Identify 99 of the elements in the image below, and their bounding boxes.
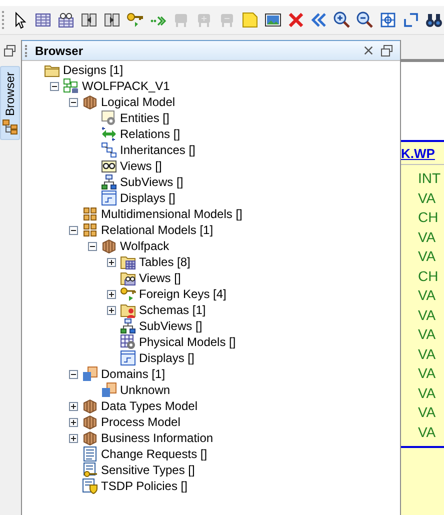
tree-item[interactable]: Designs [1]: [63, 63, 124, 77]
panel-title: Browser: [35, 44, 84, 58]
tree-item[interactable]: Views []: [120, 159, 162, 173]
expand-icon[interactable]: [107, 258, 116, 266]
column-type: VA: [418, 306, 437, 324]
collapse-icon[interactable]: [69, 98, 78, 106]
column-type: VA: [418, 403, 437, 422]
cube-icon: [82, 430, 98, 446]
tree-item[interactable]: Entities []: [120, 111, 170, 125]
column-type: VA: [418, 384, 437, 402]
gear-grid-icon: [120, 334, 136, 350]
display-icon: [101, 190, 117, 206]
tree-item[interactable]: Wolfpack: [120, 239, 170, 253]
column-type: VA: [418, 228, 437, 246]
binoculars-icon[interactable]: [425, 11, 443, 29]
collapse-icon[interactable]: [50, 82, 59, 90]
table-folder-icon: [120, 254, 136, 270]
key-icon[interactable]: [126, 11, 144, 29]
double-chevron-icon[interactable]: [310, 11, 328, 29]
tree-item[interactable]: WOLFPACK_V1: [82, 79, 170, 93]
expand-icon[interactable]: [69, 402, 78, 410]
domain-icon: [82, 366, 98, 382]
expand-icon[interactable]: [107, 306, 116, 314]
grid-icon: [82, 206, 98, 222]
display-icon: [120, 350, 136, 366]
tree-item[interactable]: Data Types Model: [101, 399, 198, 413]
collapse-icon[interactable]: [69, 226, 78, 234]
collapse-icon[interactable]: [88, 242, 97, 250]
double-arrow-icon: [101, 126, 117, 142]
column-type: VA: [418, 286, 437, 305]
key-icon: [120, 286, 136, 302]
tree-item[interactable]: Change Requests []: [101, 447, 208, 461]
image-icon[interactable]: [264, 11, 282, 29]
tree-item[interactable]: Displays []: [120, 191, 176, 205]
column-type: VA: [418, 422, 437, 442]
domain-icon: [101, 382, 117, 398]
note-icon[interactable]: [241, 11, 259, 29]
diagram-icon: [63, 78, 79, 94]
tree-item[interactable]: Logical Model: [101, 95, 176, 109]
glasses-table-icon[interactable]: [57, 11, 75, 29]
column-type: VA: [418, 247, 437, 266]
tree-item[interactable]: SubViews []: [120, 175, 184, 189]
expand-icon[interactable]: [107, 290, 116, 298]
tree-item[interactable]: Domains [1]: [101, 367, 166, 381]
tree-item[interactable]: Relations []: [120, 127, 180, 141]
tree-item[interactable]: Sensitive Types []: [101, 463, 195, 477]
shield-document-icon: [82, 478, 98, 494]
grid-icon: [82, 222, 98, 238]
column-type: CH: [418, 266, 440, 286]
merge-table-icon[interactable]: [103, 11, 121, 29]
zoom-in-icon[interactable]: [333, 11, 351, 29]
tree-item[interactable]: Physical Models []: [139, 335, 236, 349]
network-icon: [101, 174, 117, 190]
key-document-icon: [82, 462, 98, 478]
column-type: INT: [418, 169, 442, 188]
restore-icon[interactable]: [380, 44, 394, 58]
cube-icon: [82, 398, 98, 414]
tree-item[interactable]: Business Information: [101, 431, 214, 445]
gear-icon: [101, 110, 117, 126]
tree-item[interactable]: Multidimensional Models []: [101, 207, 242, 221]
glasses-icon: [101, 158, 117, 174]
tree-item[interactable]: Process Model: [101, 415, 180, 429]
tree-item[interactable]: Unknown: [120, 383, 170, 397]
cube-icon: [82, 414, 98, 430]
hierarchy-icon: [101, 142, 117, 158]
column-type: VA: [418, 325, 437, 344]
list-icon: [82, 446, 98, 462]
column-type: VA: [418, 364, 437, 383]
delete-icon[interactable]: [287, 11, 305, 29]
tree-item[interactable]: Foreign Keys [4]: [139, 287, 226, 301]
table-icon[interactable]: [34, 11, 52, 29]
cube-icon: [82, 94, 98, 110]
close-icon[interactable]: [363, 45, 374, 56]
tree-icon: [2, 119, 18, 136]
tree-item[interactable]: Inheritances []: [120, 143, 196, 157]
collapse-icon[interactable]: [69, 370, 78, 378]
expand-icon[interactable]: [69, 434, 78, 442]
tree-item[interactable]: TSDP Policies []: [101, 479, 188, 493]
zoom-out-icon[interactable]: [356, 11, 374, 29]
column-type: VA: [418, 188, 437, 208]
expand-icon[interactable]: [69, 418, 78, 426]
fit-icon[interactable]: [379, 11, 397, 29]
split-table-icon[interactable]: [80, 11, 98, 29]
browser-tab[interactable]: Browser: [0, 66, 20, 140]
table-box[interactable]: K.WP INT VA CH VA VA CH VA VA VA VA VA VA VA VA: [401, 140, 444, 515]
restore-icon[interactable]: [3, 44, 17, 58]
network-icon: [120, 318, 136, 334]
tree-item[interactable]: SubViews []: [139, 319, 202, 333]
tree-item[interactable]: Views []: [139, 271, 181, 285]
tree-item[interactable]: Relational Models [1]: [101, 223, 214, 237]
column-type: CH: [418, 208, 440, 227]
tree-item[interactable]: Schemas [1]: [139, 303, 206, 317]
tree-item[interactable]: Tables [8]: [139, 255, 190, 269]
cube-icon: [101, 238, 117, 254]
glasses-folder-icon: [120, 270, 136, 286]
person-folder-icon: [120, 302, 136, 318]
table-name: K.WP: [401, 142, 444, 165]
column-type: VA: [418, 344, 437, 364]
tree-item[interactable]: Displays []: [139, 351, 194, 365]
